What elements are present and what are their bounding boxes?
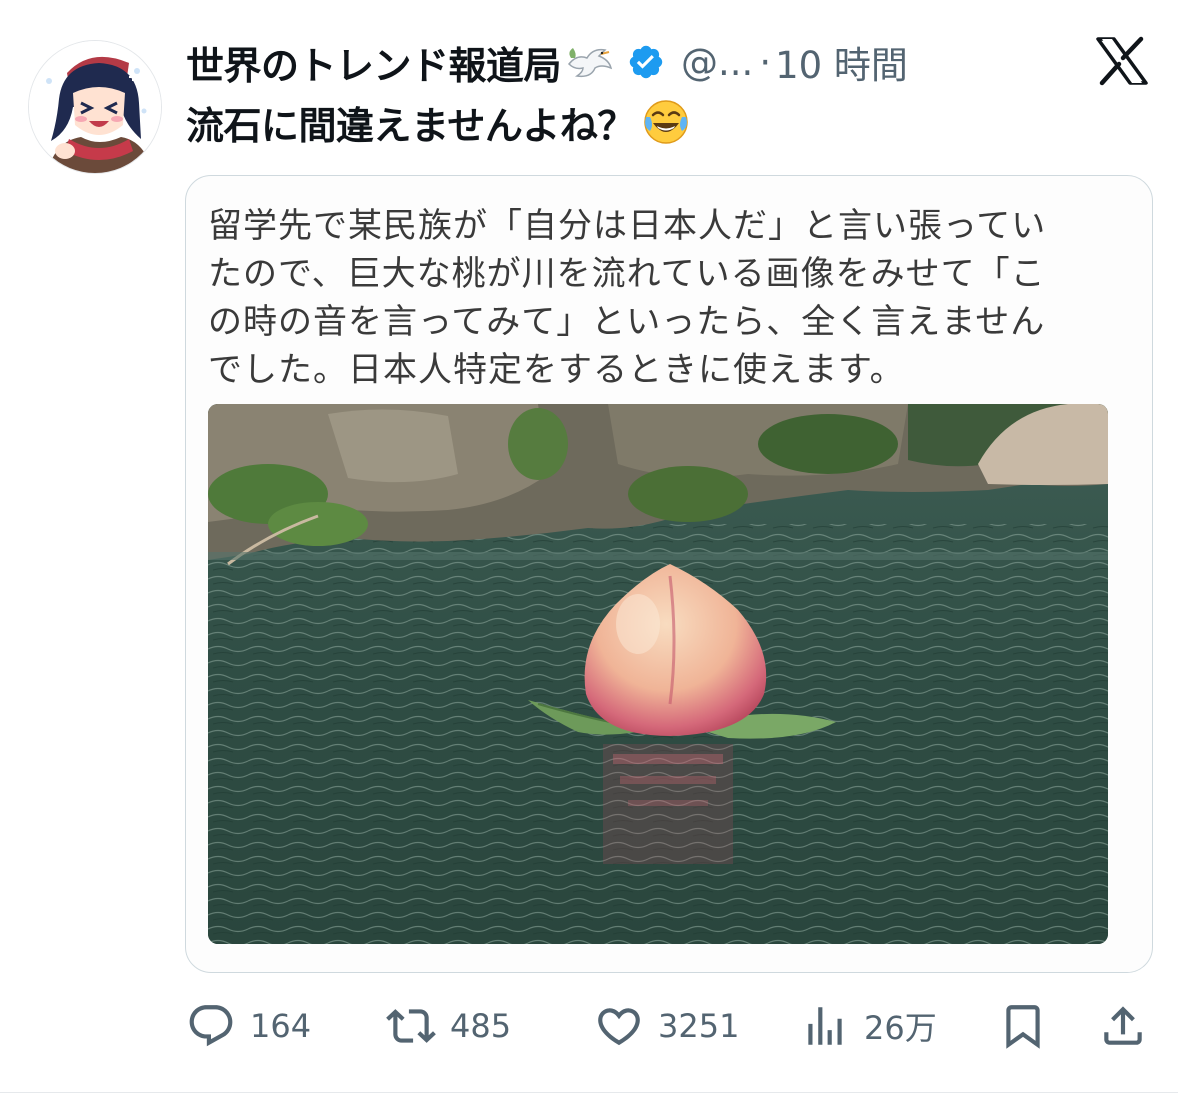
dove-icon [568, 48, 613, 78]
media-caption: 留学先で某民族が「自分は日本人だ」と言い張ってい たので、巨大な桃が川を流れてい… [208, 202, 1120, 394]
views-chart-icon [808, 1007, 842, 1045]
caption-line: でした。日本人特定をするときに使えます。 [208, 350, 905, 390]
share-icon [1104, 1006, 1142, 1045]
x-logo-icon[interactable] [1094, 36, 1150, 86]
repost-icon [386, 1009, 436, 1043]
tweet-text-body: 流石に間違えませんよね？ [186, 103, 635, 148]
tweet-text: 流石に間違えませんよね？ [186, 96, 691, 148]
author-display-name[interactable]: 世界のトレンド報道局 [186, 35, 562, 90]
tweet-header: 世界のトレンド報道局 @... · 10 時間 [186, 36, 908, 88]
author-avatar[interactable] [28, 40, 162, 174]
media-card[interactable]: 留学先で某民族が「自分は日本人だ」と言い張ってい たので、巨大な桃が川を流れてい… [185, 175, 1153, 973]
views-button[interactable]: 26万 [800, 1000, 937, 1052]
like-button[interactable]: 3251 [594, 1000, 739, 1052]
views-count: 26万 [864, 1009, 937, 1047]
author-handle[interactable]: @... [681, 41, 753, 84]
repost-count: 485 [450, 1007, 512, 1045]
reply-icon [189, 1005, 233, 1047]
caption-line: の時の音を言ってみて」といったら、全く言えません [208, 302, 1046, 342]
bookmark-button[interactable] [998, 1000, 1048, 1052]
divider [0, 1092, 1178, 1093]
caption-line: 留学先で某民族が「自分は日本人だ」と言い張ってい [208, 206, 1047, 246]
tweet-timestamp[interactable]: 10 時間 [775, 35, 908, 89]
heart-icon [598, 1008, 640, 1046]
reply-button[interactable]: 164 [186, 1000, 311, 1052]
anime-avatar-icon [29, 41, 161, 173]
tweet: 世界のトレンド報道局 @... · 10 時間 流石に間違えませんよね？ 留学先… [0, 0, 1178, 1093]
share-button[interactable] [1098, 1000, 1148, 1052]
action-bar: 164 485 3251 26万 [186, 1000, 1146, 1052]
reply-count: 164 [250, 1007, 312, 1045]
face-with-tears-of-joy-icon [644, 100, 688, 144]
repost-button[interactable]: 485 [386, 1000, 511, 1052]
verified-badge-icon[interactable] [627, 43, 665, 81]
separator-dot: · [759, 40, 772, 84]
bookmark-icon [1006, 1005, 1040, 1049]
caption-line: たので、巨大な桃が川を流れている画像をみせて「こ [208, 254, 1046, 294]
peach-river-photo[interactable] [208, 404, 1108, 944]
like-count: 3251 [658, 1007, 740, 1045]
